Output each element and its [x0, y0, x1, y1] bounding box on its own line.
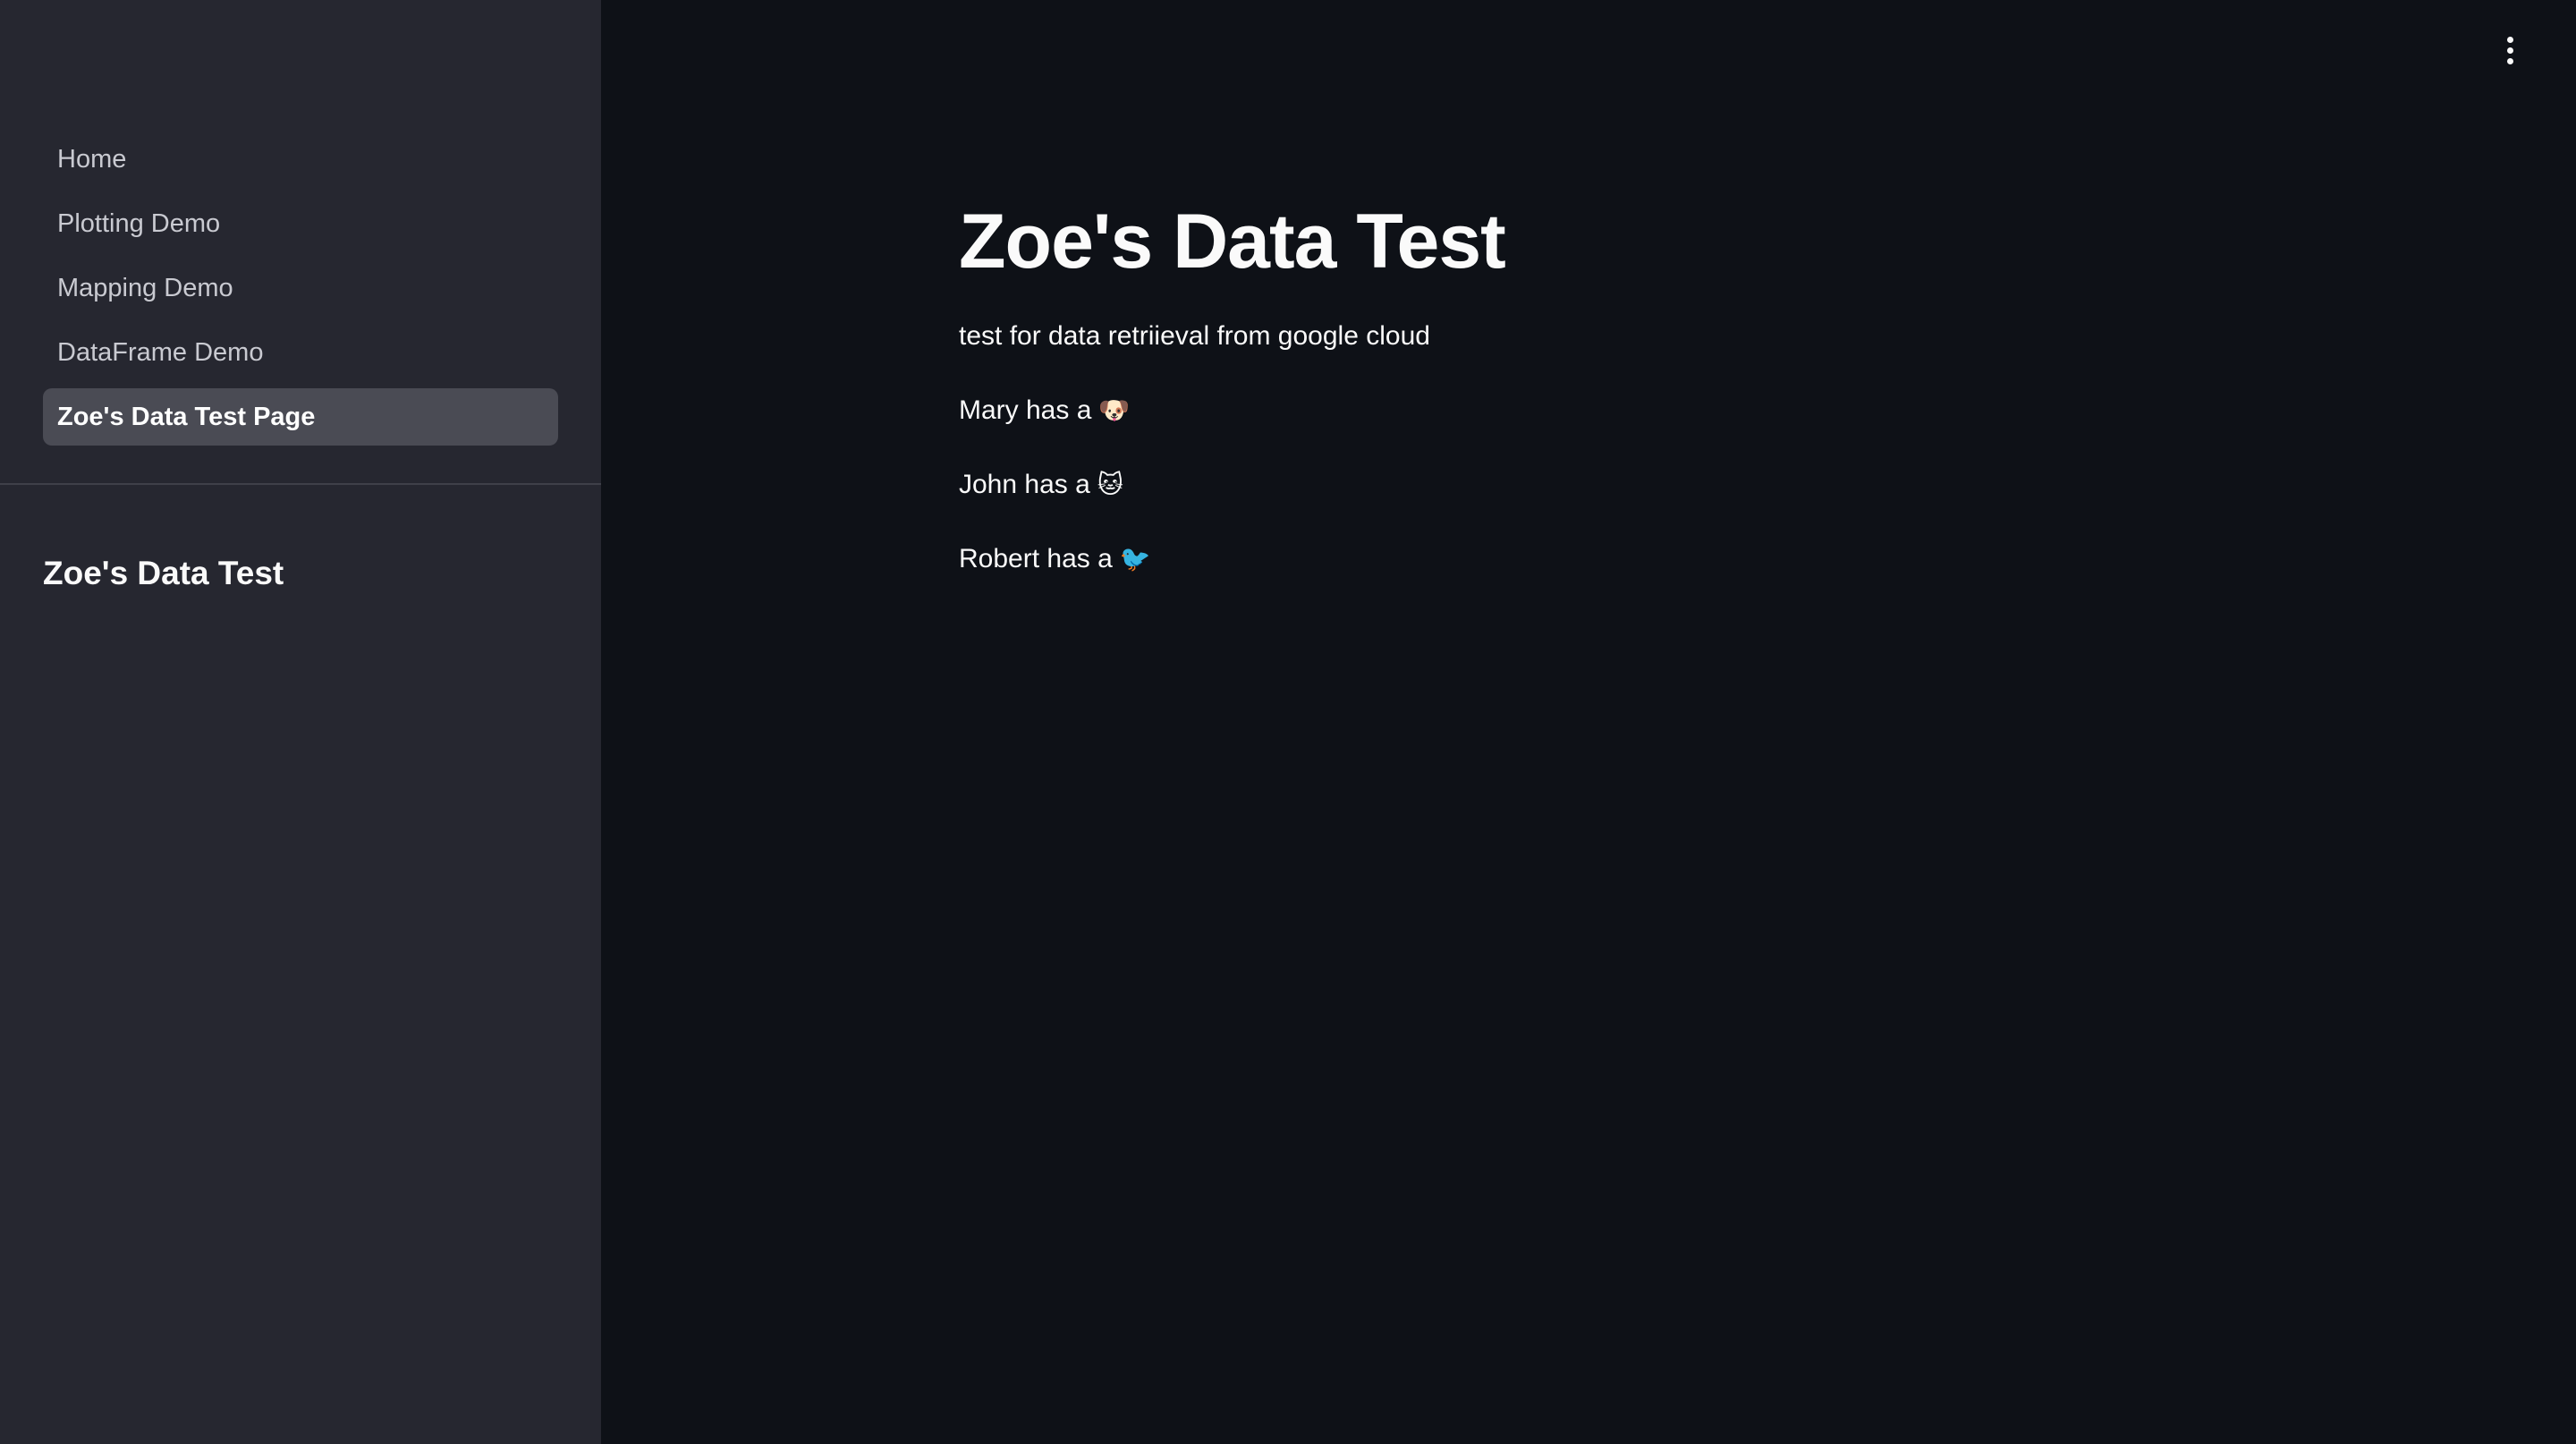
- main-content: Zoe's Data Test test for data retriieval…: [601, 0, 2576, 1444]
- pet-line-text: Robert has a: [959, 544, 1113, 573]
- sidebar-item-mapping-demo[interactable]: Mapping Demo: [43, 259, 558, 317]
- bird-icon: 🐦: [1119, 545, 1151, 573]
- sidebar-title: Zoe's Data Test: [43, 555, 284, 591]
- sidebar: Home Plotting Demo Mapping Demo DataFram…: [0, 0, 601, 1444]
- sidebar-item-label: Plotting Demo: [57, 208, 221, 238]
- sidebar-item-label: Mapping Demo: [57, 273, 233, 302]
- dog-icon: 🐶: [1098, 396, 1131, 424]
- pet-line-john: John has a 🐱: [959, 467, 1505, 503]
- sidebar-divider: [0, 483, 601, 485]
- vertical-ellipsis-icon-dot: [2506, 47, 2513, 54]
- page-title: Zoe's Data Test: [959, 199, 1506, 285]
- app: Home Plotting Demo Mapping Demo DataFram…: [0, 0, 2576, 1444]
- cat-icon: 🐱: [1097, 471, 1123, 498]
- pet-line-text: John has a: [959, 470, 1090, 499]
- page-description: test for data retriieval from google clo…: [959, 321, 1430, 351]
- sidebar-item-plotting-demo[interactable]: Plotting Demo: [43, 195, 558, 252]
- sidebar-item-home[interactable]: Home: [43, 131, 558, 188]
- vertical-ellipsis-icon-dot: [2506, 57, 2513, 64]
- sidebar-item-zoes-data-test-page[interactable]: Zoe's Data Test Page: [43, 388, 558, 446]
- pet-line-robert: Robert has a 🐦: [959, 541, 1505, 577]
- sidebar-nav: Home Plotting Demo Mapping Demo DataFram…: [43, 131, 558, 453]
- main-menu-button[interactable]: [2492, 32, 2528, 68]
- pet-line-mary: Mary has a 🐶: [959, 393, 1505, 429]
- vertical-ellipsis-icon: [2506, 36, 2513, 43]
- page-body: Zoe's Data Test test for data retriieval…: [959, 197, 1506, 616]
- sidebar-item-dataframe-demo[interactable]: DataFrame Demo: [43, 324, 558, 381]
- sidebar-item-label: Zoe's Data Test Page: [57, 402, 316, 431]
- sidebar-item-label: Home: [57, 144, 127, 174]
- sidebar-item-label: DataFrame Demo: [57, 337, 264, 367]
- pet-line-text: Mary has a: [959, 395, 1092, 425]
